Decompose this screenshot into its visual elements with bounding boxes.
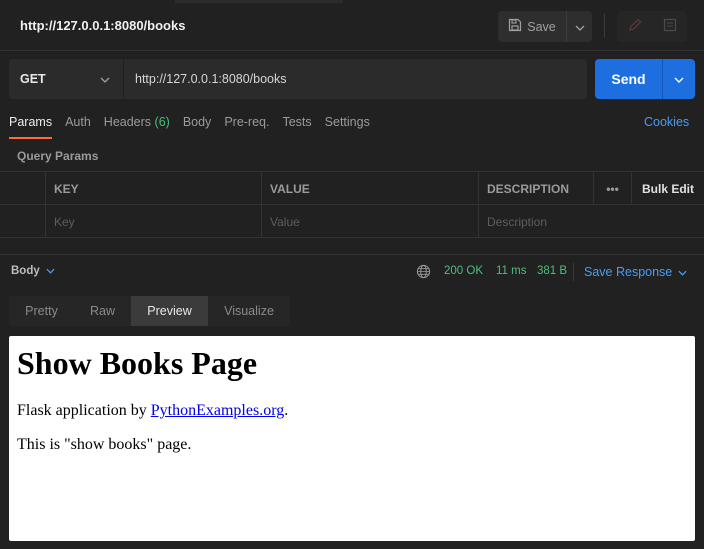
more-options-button[interactable]: ••• xyxy=(594,172,632,205)
save-response-label: Save Response xyxy=(584,265,673,279)
cookies-link[interactable]: Cookies xyxy=(644,115,689,129)
save-options-button[interactable] xyxy=(566,11,592,42)
request-tab-title: http://127.0.0.1:8080/books xyxy=(20,18,186,33)
tab-headers[interactable]: Headers (6) xyxy=(104,115,170,139)
table-header-row: KEY VALUE DESCRIPTION ••• Bulk Edit xyxy=(0,172,704,205)
key-cell xyxy=(46,205,262,238)
chevron-down-icon xyxy=(575,20,585,34)
response-view-tabs: Pretty Raw Preview Visualize xyxy=(9,296,290,326)
view-tab-raw[interactable]: Raw xyxy=(74,296,131,326)
save-icon xyxy=(508,18,522,35)
chevron-down-icon xyxy=(678,265,687,279)
save-response-button[interactable]: Save Response xyxy=(584,265,687,279)
comments-button[interactable] xyxy=(652,11,687,42)
save-button[interactable]: Save xyxy=(498,11,566,42)
value-input[interactable] xyxy=(270,214,478,229)
save-button-label: Save xyxy=(527,19,556,34)
header-checkbox-column xyxy=(0,172,46,205)
response-time[interactable]: 11 ms xyxy=(496,265,526,277)
key-input[interactable] xyxy=(54,214,261,229)
pythonexamples-link[interactable]: PythonExamples.org xyxy=(151,402,284,419)
preview-paragraph-1: Flask application by PythonExamples.org. xyxy=(17,402,289,419)
view-tab-pretty[interactable]: Pretty xyxy=(9,296,74,326)
chevron-down-icon xyxy=(46,265,55,277)
send-options-button[interactable] xyxy=(662,59,695,99)
row-checkbox-cell xyxy=(0,205,46,238)
table-row xyxy=(0,205,704,238)
send-button[interactable]: Send xyxy=(595,59,662,99)
response-bar-divider xyxy=(573,263,574,281)
save-button-group: Save xyxy=(498,11,592,42)
column-header-value: VALUE xyxy=(262,172,479,205)
top-bar: http://127.0.0.1:8080/books Save xyxy=(0,0,704,51)
tab-tests[interactable]: Tests xyxy=(282,115,311,139)
headers-count: (6) xyxy=(154,115,170,129)
pencil-icon xyxy=(628,18,642,35)
request-tabs: Params Auth Headers (6) Body Pre-req. Te… xyxy=(9,115,383,139)
status-code[interactable]: 200 OK xyxy=(444,265,483,277)
view-tab-visualize[interactable]: Visualize xyxy=(208,296,290,326)
value-cell xyxy=(262,205,479,238)
response-body-select[interactable]: Body xyxy=(11,265,55,277)
response-size[interactable]: 381 B xyxy=(537,265,567,277)
view-tab-preview[interactable]: Preview xyxy=(131,296,208,326)
column-header-description: DESCRIPTION xyxy=(479,172,594,205)
tab-strip-accent xyxy=(175,0,343,3)
description-cell xyxy=(479,205,704,238)
tab-auth[interactable]: Auth xyxy=(65,115,91,139)
bulk-edit-button[interactable]: Bulk Edit xyxy=(632,172,704,205)
tab-params[interactable]: Params xyxy=(9,115,53,139)
globe-icon[interactable] xyxy=(416,264,431,282)
send-button-group: Send xyxy=(595,59,695,99)
comment-icon xyxy=(663,18,677,35)
tab-pre-request[interactable]: Pre-req. xyxy=(224,115,269,139)
tab-body[interactable]: Body xyxy=(183,115,212,139)
preview-heading: Show Books Page xyxy=(17,345,258,381)
query-params-title: Query Params xyxy=(17,149,99,163)
chevron-down-icon xyxy=(100,72,110,86)
method-select[interactable]: GET xyxy=(9,59,124,99)
response-body-label: Body xyxy=(11,265,40,277)
chevron-down-icon xyxy=(674,72,684,86)
column-header-key: KEY xyxy=(46,172,262,205)
response-preview-pane: Show Books Page Flask application by Pyt… xyxy=(9,336,695,541)
tab-settings[interactable]: Settings xyxy=(325,115,370,139)
url-bar: GET xyxy=(9,59,587,99)
response-bar: Body 200 OK 11 ms 381 B Save Response xyxy=(0,255,704,289)
toolbar-divider xyxy=(604,14,605,38)
edit-button[interactable] xyxy=(617,11,652,42)
description-input[interactable] xyxy=(487,214,704,229)
preview-paragraph-2: This is "show books" page. xyxy=(17,436,192,453)
url-input[interactable] xyxy=(124,59,587,99)
edit-button-group xyxy=(617,11,687,42)
method-value: GET xyxy=(20,72,46,86)
query-params-table: KEY VALUE DESCRIPTION ••• Bulk Edit xyxy=(0,171,704,238)
